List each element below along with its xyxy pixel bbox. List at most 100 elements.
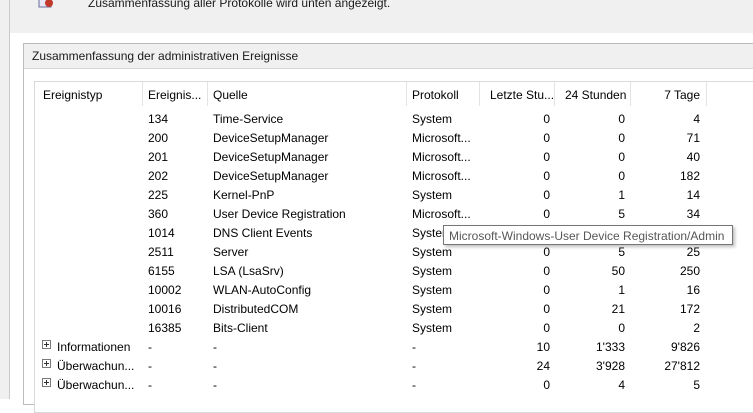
expand-plus-icon[interactable] bbox=[42, 378, 51, 387]
table-row[interactable]: 225 Kernel-PnP System 0 1 14 bbox=[35, 185, 753, 204]
event-id-cell: 1014 bbox=[148, 226, 175, 240]
24-hours-cell: 50 bbox=[611, 264, 625, 278]
table-row[interactable]: 200 DeviceSetupManager Microsoft... 0 0 71 bbox=[35, 128, 753, 147]
source-cell: - bbox=[213, 378, 217, 392]
log-cell: System bbox=[412, 264, 453, 278]
column-header-log[interactable]: Protokoll bbox=[407, 82, 480, 106]
table-row[interactable]: Überwachun... - - -0 4 5 bbox=[35, 375, 753, 394]
table-row[interactable]: 202 DeviceSetupManager Microsoft... 0 0 182 bbox=[35, 166, 753, 185]
24-hours-cell: 1'333 bbox=[596, 340, 625, 354]
log-cell: - bbox=[412, 359, 416, 373]
log-cell: Microsoft... bbox=[412, 169, 471, 183]
table-row[interactable]: 201 DeviceSetupManager Microsoft... 0 0 40 bbox=[35, 147, 753, 166]
table-row[interactable]: 6155 LSA (LsaSrv) System 0 50 250 bbox=[35, 261, 753, 280]
admin-events-panel: Zusammenfassung der administrativen Erei… bbox=[23, 43, 753, 413]
log-cell: System bbox=[412, 321, 453, 335]
24-hours-cell: 5 bbox=[618, 207, 625, 221]
event-id-cell: 6155 bbox=[148, 264, 175, 278]
table-row[interactable]: 16385 Bits-Client System 0 0 2 bbox=[35, 318, 753, 337]
log-cell: System bbox=[412, 283, 453, 297]
event-id-cell: - bbox=[148, 340, 152, 354]
24-hours-cell: 0 bbox=[618, 150, 625, 164]
column-header-source[interactable]: Quelle bbox=[208, 82, 407, 106]
column-header-last-hour[interactable]: Letzte Stu... bbox=[480, 82, 555, 106]
source-cell: DeviceSetupManager bbox=[213, 150, 329, 164]
source-cell: LSA (LsaSrv) bbox=[213, 264, 284, 278]
7-days-cell: 71 bbox=[686, 131, 700, 145]
expand-plus-icon[interactable] bbox=[42, 359, 51, 368]
last-hour-cell: 10 bbox=[536, 340, 550, 354]
7-days-cell: 16 bbox=[686, 283, 700, 297]
7-days-cell: 182 bbox=[679, 169, 700, 183]
source-cell: - bbox=[213, 340, 217, 354]
7-days-cell: 9'826 bbox=[671, 340, 700, 354]
source-cell: User Device Registration bbox=[213, 207, 346, 221]
24-hours-cell: 1 bbox=[618, 283, 625, 297]
column-header-7-days[interactable]: 7 Tage bbox=[631, 82, 707, 106]
7-days-cell: 4 bbox=[693, 112, 700, 126]
table-row[interactable]: 10016 DistributedCOM System 0 21 172 bbox=[35, 299, 753, 318]
source-cell: WLAN-AutoConfig bbox=[213, 283, 312, 297]
column-header-24-hours[interactable]: 24 Stunden bbox=[555, 82, 631, 106]
24-hours-cell: 5 bbox=[618, 245, 625, 259]
table-row[interactable]: Informationen - - - 10 1'333 9'826 bbox=[35, 337, 753, 356]
last-hour-cell: 0 bbox=[543, 283, 550, 297]
7-days-cell: 27'812 bbox=[664, 359, 700, 373]
event-log-icon bbox=[38, 0, 54, 8]
last-hour-cell: 0 bbox=[543, 150, 550, 164]
event-id-cell: 202 bbox=[148, 169, 169, 183]
source-cell: DistributedCOM bbox=[213, 302, 299, 316]
source-cell: DNS Client Events bbox=[213, 226, 313, 240]
7-days-cell: 5 bbox=[693, 378, 700, 392]
24-hours-cell: 0 bbox=[618, 169, 625, 183]
last-hour-cell: 0 bbox=[543, 378, 550, 392]
table-row[interactable]: 360 User Device Registration Microsoft... 0… bbox=[35, 204, 753, 223]
24-hours-cell: 0 bbox=[618, 131, 625, 145]
source-cell: - bbox=[213, 359, 217, 373]
event-type-cell: Überwachun... bbox=[57, 378, 135, 392]
panel-header[interactable]: Zusammenfassung der administrativen Erei… bbox=[24, 44, 753, 69]
last-hour-cell: 0 bbox=[543, 321, 550, 335]
7-days-cell: 172 bbox=[679, 302, 700, 316]
table-row[interactable]: 134 Time-Service System 0 0 4 bbox=[35, 109, 753, 128]
last-hour-cell: 0 bbox=[543, 131, 550, 145]
last-hour-cell: 0 bbox=[543, 169, 550, 183]
events-listview[interactable]: Ereignistyp Ereignis... Quelle Protokoll… bbox=[34, 81, 753, 413]
expand-plus-icon[interactable] bbox=[42, 340, 51, 349]
event-id-cell: 2511 bbox=[148, 245, 174, 259]
event-id-cell: 360 bbox=[148, 207, 169, 221]
log-cell: System bbox=[412, 188, 453, 202]
column-header-eventtype[interactable]: Ereignistyp bbox=[35, 82, 143, 106]
column-header-eventid[interactable]: Ereignis... bbox=[143, 82, 208, 106]
table-row[interactable]: 10002 WLAN-AutoConfig System 0 1 16 bbox=[35, 280, 753, 299]
event-id-cell: 225 bbox=[148, 188, 169, 202]
last-hour-cell: 0 bbox=[543, 245, 550, 259]
7-days-cell: 34 bbox=[686, 207, 700, 221]
left-window-edge bbox=[0, 0, 10, 399]
summary-info-text: Zusammenfassung aller Protokolle wird un… bbox=[88, 0, 391, 10]
log-cell: Microsoft... bbox=[412, 131, 471, 145]
event-id-cell: 16385 bbox=[148, 321, 182, 335]
24-hours-cell: 0 bbox=[618, 321, 625, 335]
last-hour-cell: 24 bbox=[536, 359, 550, 373]
last-hour-cell: 0 bbox=[543, 188, 550, 202]
event-type-cell: Informationen bbox=[57, 340, 131, 354]
panel-title: Zusammenfassung der administrativen Erei… bbox=[32, 49, 299, 63]
log-cell: Microsoft... bbox=[412, 207, 471, 221]
7-days-cell: 2 bbox=[693, 321, 700, 335]
event-id-cell: 200 bbox=[148, 131, 169, 145]
event-id-cell: - bbox=[148, 359, 152, 373]
7-days-cell: 250 bbox=[679, 264, 700, 278]
last-hour-cell: 0 bbox=[543, 112, 550, 126]
log-cell: Microsoft... bbox=[412, 150, 471, 164]
event-id-cell: 10016 bbox=[148, 302, 182, 316]
source-cell: Bits-Client bbox=[213, 321, 268, 335]
24-hours-cell: 1 bbox=[618, 188, 625, 202]
24-hours-cell: 0 bbox=[618, 112, 625, 126]
event-id-cell: - bbox=[148, 378, 152, 392]
last-hour-cell: 0 bbox=[543, 207, 550, 221]
log-cell: System bbox=[412, 112, 453, 126]
source-cell: Time-Service bbox=[213, 112, 284, 126]
log-cell: System bbox=[412, 302, 453, 316]
table-row[interactable]: Überwachun... - - -24 3'928 27'812 bbox=[35, 356, 753, 375]
